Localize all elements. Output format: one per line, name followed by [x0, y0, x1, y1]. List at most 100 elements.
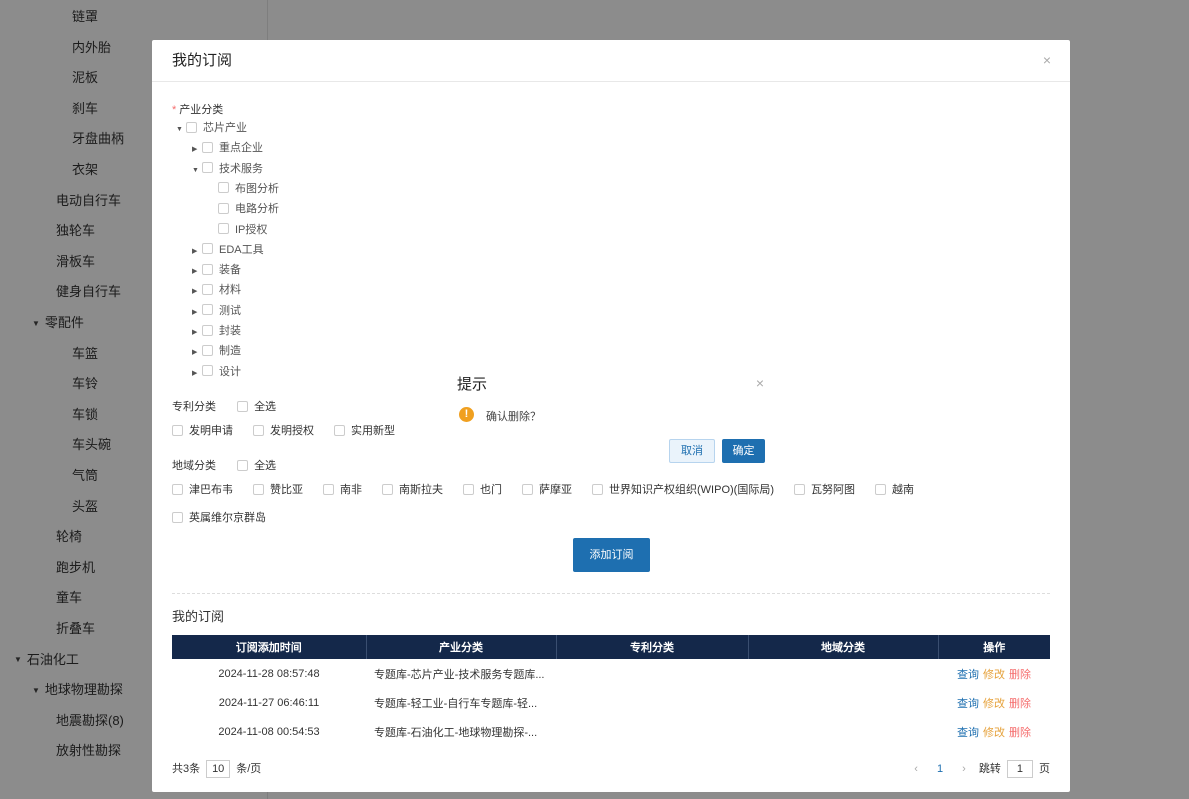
checkbox-option[interactable]: 世界知识产权组织(WIPO)(国际局): [592, 480, 774, 500]
checkbox[interactable]: [237, 400, 249, 412]
cell-industry: 专题库-石油化工-地球物理勘探-...: [374, 726, 538, 739]
close-icon[interactable]: ×: [756, 375, 764, 391]
industry-tree-node[interactable]: ▶ 重点企业: [192, 138, 263, 158]
required-mark: *: [172, 104, 177, 116]
industry-tree-node[interactable]: ▶ 制造: [192, 341, 241, 361]
industry-tree-node[interactable]: IP授权: [218, 220, 267, 240]
next-page-icon[interactable]: ›: [962, 763, 966, 775]
checkbox[interactable]: [202, 243, 213, 255]
checkbox[interactable]: [172, 483, 183, 495]
industry-tree-node[interactable]: 电路分析: [218, 199, 279, 219]
modify-link[interactable]: 修改: [983, 698, 1005, 710]
checkbox-option[interactable]: 实用新型: [334, 421, 395, 441]
checkbox[interactable]: [463, 483, 474, 495]
checkbox[interactable]: [202, 141, 213, 153]
region-select-all[interactable]: 全选: [237, 459, 276, 472]
checkbox-option[interactable]: 英属维尔京群岛: [172, 508, 266, 528]
checkbox[interactable]: [186, 121, 197, 133]
checkbox-option[interactable]: 萨摩亚: [522, 480, 572, 500]
checkbox[interactable]: [592, 483, 603, 495]
checkbox[interactable]: [202, 344, 213, 356]
modify-link[interactable]: 修改: [983, 727, 1005, 739]
checkbox[interactable]: [202, 304, 213, 316]
caret-right-icon[interactable]: ▶: [192, 343, 202, 363]
industry-node-label: 技术服务: [219, 162, 263, 175]
caret-right-icon[interactable]: ▶: [192, 242, 202, 262]
caret-right-icon[interactable]: ▶: [192, 364, 202, 384]
checkbox[interactable]: [334, 424, 345, 436]
checkbox[interactable]: [202, 162, 213, 174]
delete-link[interactable]: 删除: [1009, 727, 1031, 739]
checkbox-option[interactable]: 赞比亚: [253, 480, 303, 500]
industry-tree-node[interactable]: ▶ 封装: [192, 321, 241, 341]
checkbox-option[interactable]: 南斯拉夫: [382, 480, 443, 500]
query-link[interactable]: 查询: [957, 727, 979, 739]
industry-tree-node[interactable]: ▶ 设计: [192, 362, 241, 382]
checkbox[interactable]: [202, 263, 213, 275]
checkbox[interactable]: [253, 483, 264, 495]
industry-tree-node[interactable]: ▶ EDA工具: [192, 240, 264, 260]
delete-link[interactable]: 删除: [1009, 698, 1031, 710]
industry-node-label: 重点企业: [219, 142, 263, 155]
caret-down-icon[interactable]: ▼: [176, 120, 186, 140]
page-size-select[interactable]: 10: [206, 760, 231, 778]
checkbox-option[interactable]: 发明授权: [253, 421, 314, 441]
close-icon[interactable]: ×: [1040, 53, 1054, 67]
industry-tree-node[interactable]: ▶ 材料: [192, 280, 241, 300]
delete-link[interactable]: 删除: [1009, 669, 1031, 681]
checkbox[interactable]: [218, 202, 229, 214]
industry-node-label: 材料: [219, 284, 241, 297]
region-options-row1: 津巴布韦 赞比亚 南非 南斯拉夫 也门 萨摩亚 世界知识产权组织(WIPO)(国际局) 瓦努阿…: [172, 480, 934, 500]
query-link[interactable]: 查询: [957, 669, 979, 681]
checkbox-option[interactable]: 津巴布韦: [172, 480, 233, 500]
checkbox-option[interactable]: 瓦努阿图: [793, 480, 855, 500]
checkbox[interactable]: [202, 283, 213, 295]
checkbox[interactable]: [237, 459, 249, 471]
checkbox[interactable]: [218, 223, 229, 235]
checkbox[interactable]: [382, 483, 393, 495]
checkbox[interactable]: [202, 365, 213, 377]
caret-right-icon[interactable]: ▶: [192, 303, 202, 323]
patent-select-all[interactable]: 全选: [237, 400, 276, 413]
option-label: 英属维尔京群岛: [189, 512, 266, 524]
checkbox[interactable]: [172, 511, 183, 523]
checkbox[interactable]: [218, 182, 229, 194]
caret-right-icon[interactable]: ▶: [192, 323, 202, 343]
industry-tree-node[interactable]: ▶ 装备: [192, 260, 241, 280]
jump-page-input[interactable]: 1: [1006, 760, 1033, 778]
checkbox[interactable]: [172, 424, 183, 436]
industry-tree-node[interactable]: ▶ 测试: [192, 301, 241, 321]
patent-options: 发明申请 发明授权 实用新型: [172, 421, 415, 441]
checkbox[interactable]: [323, 483, 334, 495]
checkbox-option[interactable]: 发明申请: [172, 421, 233, 441]
caret-right-icon[interactable]: ▶: [192, 282, 202, 302]
page-number[interactable]: 1: [937, 763, 943, 775]
checkbox[interactable]: [874, 483, 886, 495]
checkbox-option[interactable]: 南非: [323, 480, 362, 500]
industry-tree-node[interactable]: ▼ 芯片产业: [176, 118, 247, 138]
checkbox[interactable]: [202, 324, 213, 336]
cancel-button[interactable]: 取消: [669, 439, 715, 463]
prev-page-icon[interactable]: ‹: [914, 763, 918, 775]
checkbox-option[interactable]: 越南: [874, 480, 914, 500]
add-subscription-button[interactable]: 添加订阅: [573, 538, 650, 572]
checkbox[interactable]: [522, 483, 533, 495]
checkbox[interactable]: [793, 483, 805, 495]
caret-down-icon[interactable]: ▼: [192, 161, 202, 181]
pager-summary: 共3条 10 条/页: [172, 760, 261, 778]
industry-tree-node[interactable]: 布图分析: [218, 179, 279, 199]
checkbox-option[interactable]: 也门: [463, 480, 502, 500]
modify-link[interactable]: 修改: [983, 669, 1005, 681]
jump-label: 跳转: [978, 763, 1001, 775]
caret-right-icon[interactable]: ▶: [192, 262, 202, 282]
confirm-ok-button[interactable]: 确定: [722, 439, 765, 463]
cell-patent: [556, 717, 748, 746]
industry-label: * 产业分类: [172, 104, 224, 116]
query-link[interactable]: 查询: [957, 698, 979, 710]
caret-right-icon[interactable]: ▶: [192, 140, 202, 160]
checkbox[interactable]: [253, 424, 264, 436]
industry-tree-node[interactable]: ▼ 技术服务: [192, 159, 263, 179]
option-label: 瓦努阿图: [810, 484, 855, 496]
col-header-actions: 操作: [938, 635, 1050, 659]
option-label: 南非: [340, 484, 362, 496]
